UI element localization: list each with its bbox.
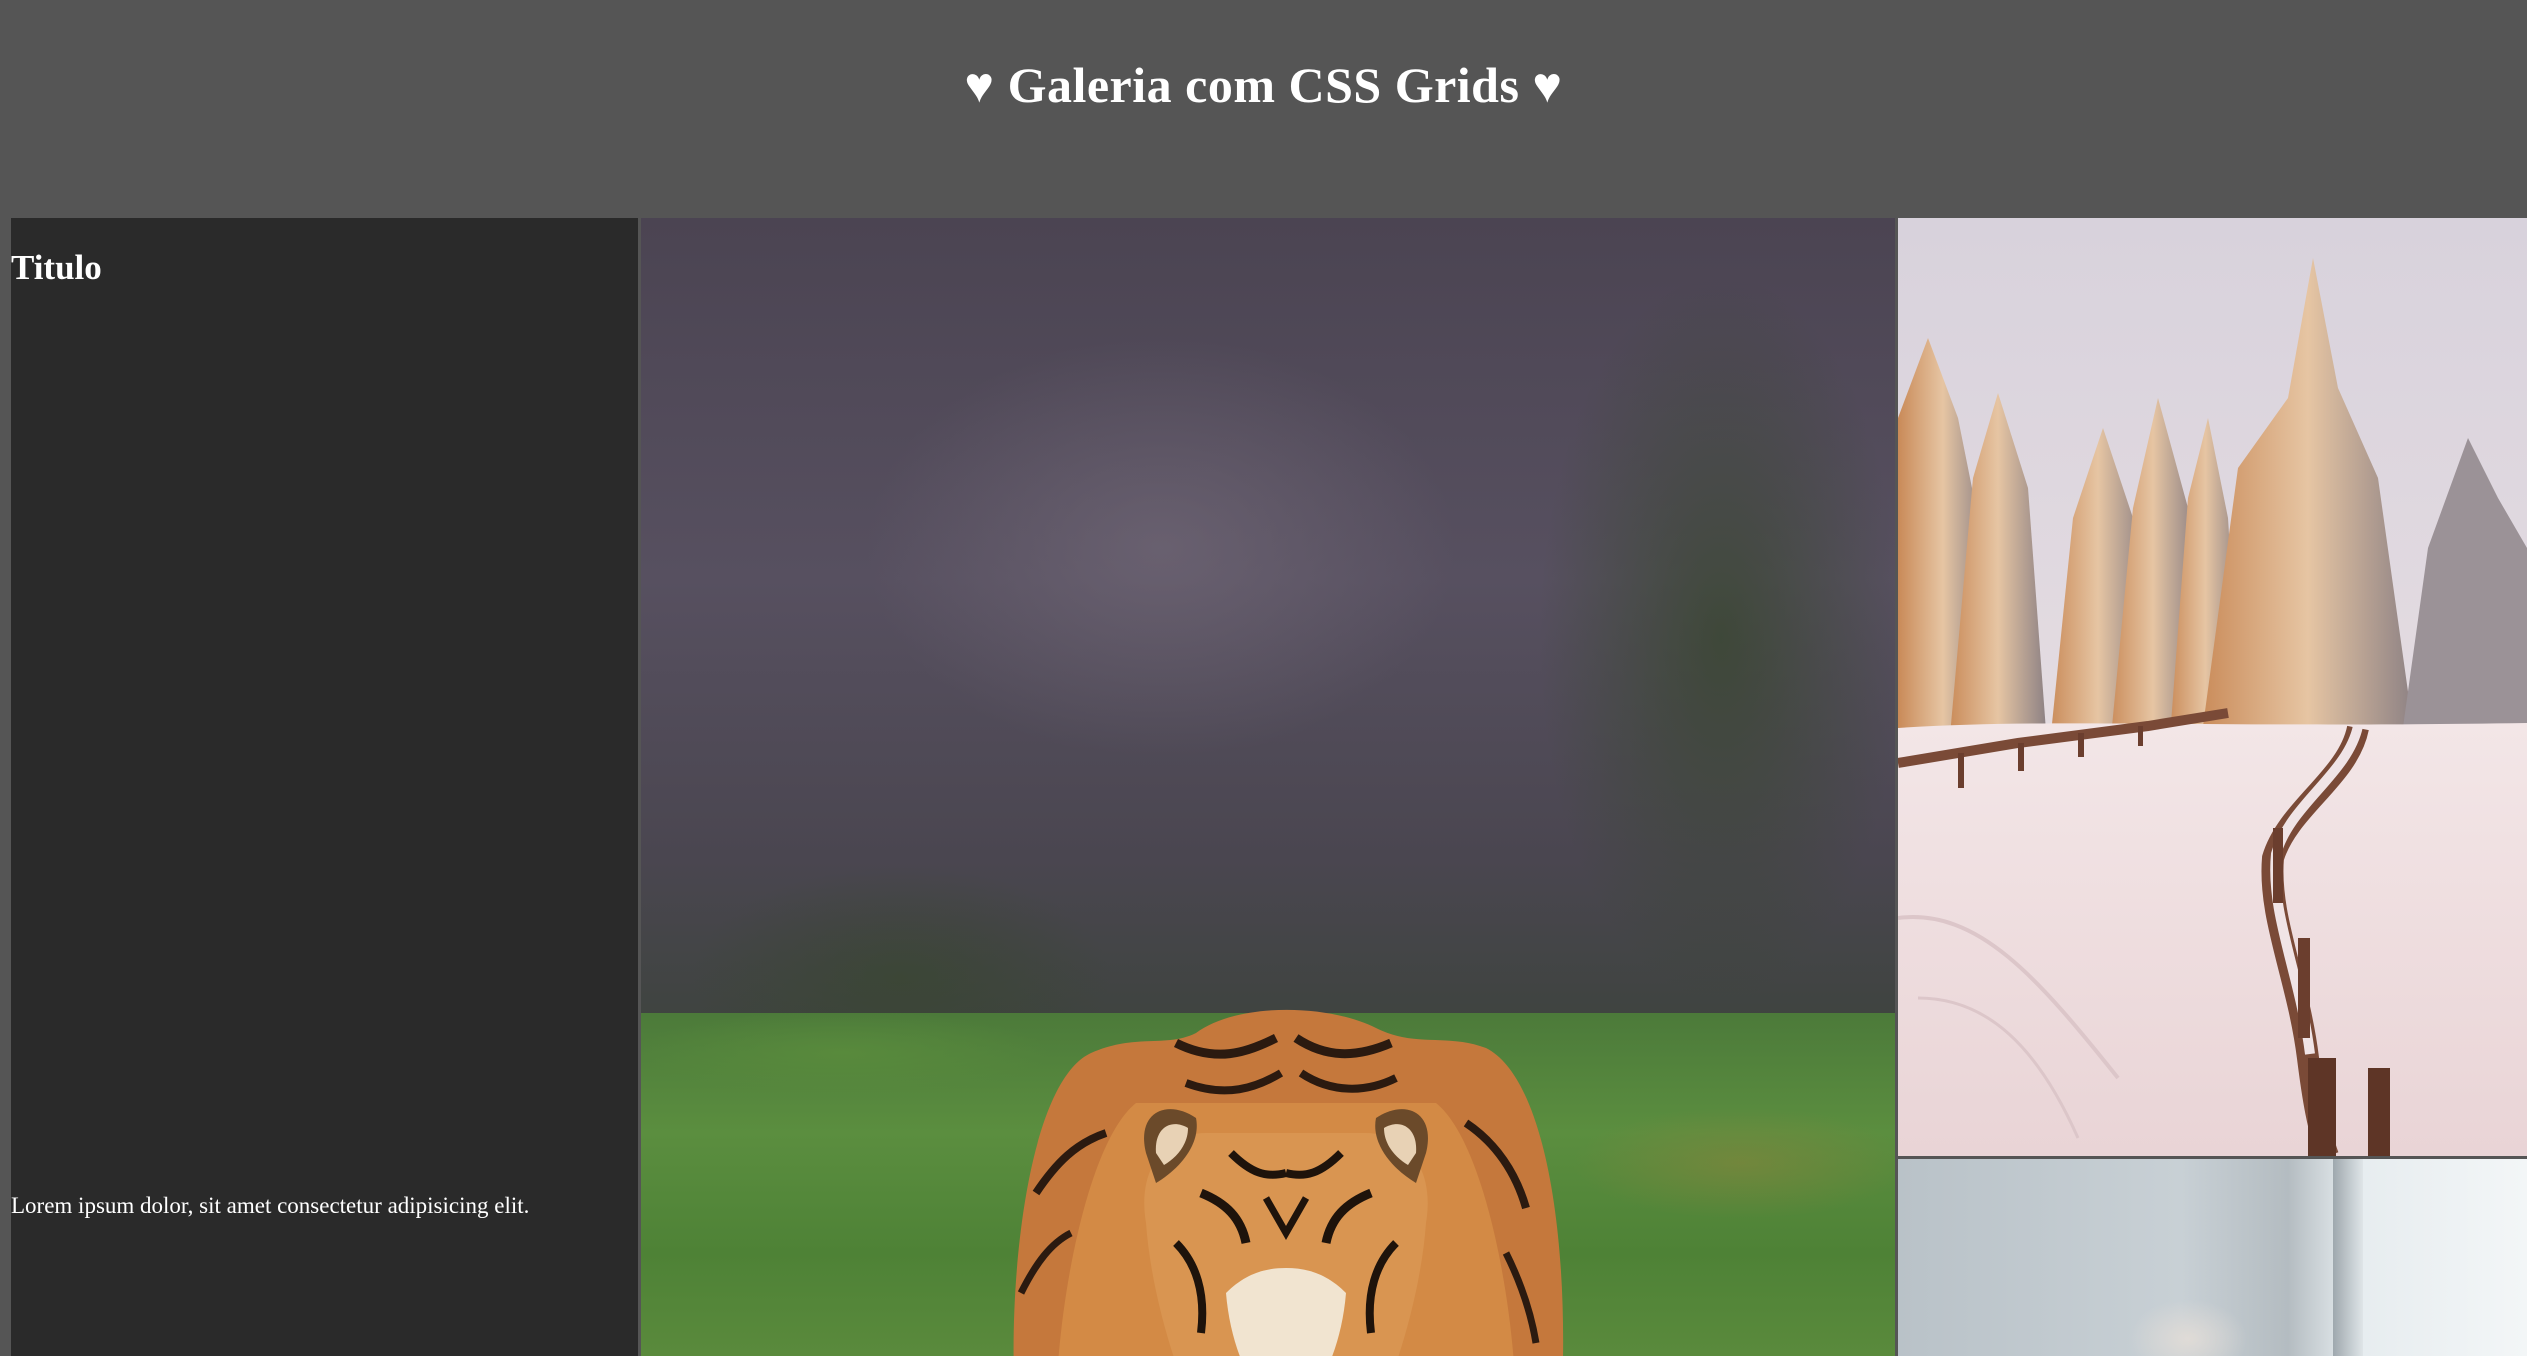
window-photo [1898,1159,2527,1356]
gallery-grid: Titulo Lorem ipsum dolor, sit amet conse… [11,218,2527,1356]
card-title: Titulo [11,248,102,287]
blurred-object [2128,1299,2248,1356]
snow-scene [1898,218,2527,1156]
text-card: Titulo Lorem ipsum dolor, sit amet conse… [11,218,638,1356]
tiger-figure [1013,1009,1564,1356]
tiger-photo [641,218,1895,1356]
window-frame [2333,1159,2363,1356]
snowy-forest-photo [1898,218,2527,1156]
page-header: ♥ Galeria com CSS Grids ♥ [0,0,2527,218]
page-title: ♥ Galeria com CSS Grids ♥ [964,57,1563,113]
page: ♥ Galeria com CSS Grids ♥ Titulo Lorem i… [0,0,2527,1356]
photo-background-wall [641,218,1895,1018]
card-body: Lorem ipsum dolor, sit amet consectetur … [11,1193,530,1218]
